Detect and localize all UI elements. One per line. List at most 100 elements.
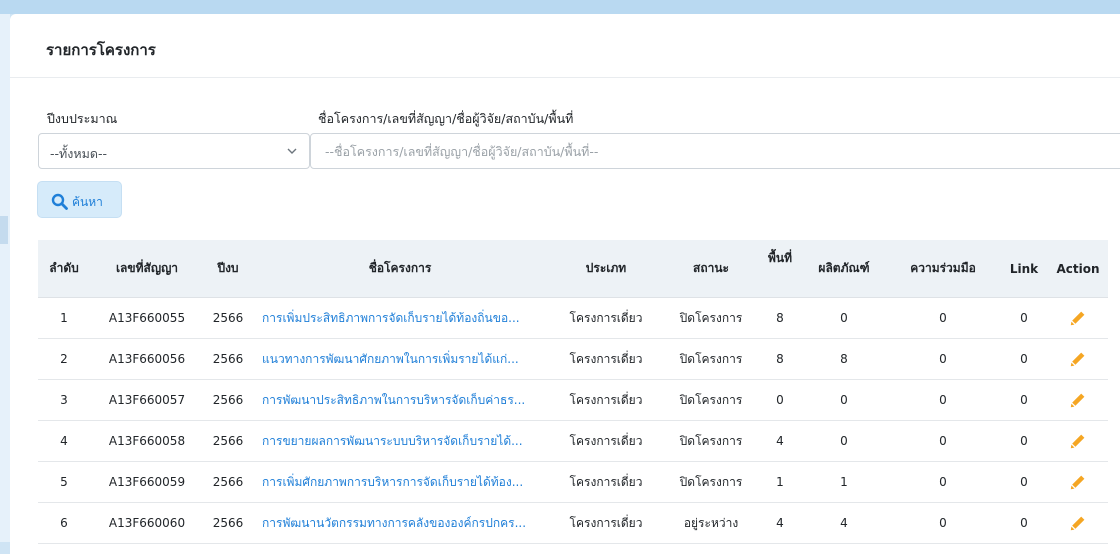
pencil-icon[interactable] (1070, 433, 1086, 449)
cell-action (1048, 379, 1108, 421)
cell-link: 0 (1000, 338, 1048, 380)
year-select[interactable]: --ทั้งหมด-- (38, 133, 310, 169)
window-top-bar (0, 0, 1120, 14)
pencil-icon[interactable] (1070, 392, 1086, 408)
cell-collaboration: 0 (886, 502, 1000, 544)
col-header-index[interactable]: ลำดับ (38, 240, 90, 298)
cell-contract: A13F660059 (90, 461, 204, 503)
cell-action (1048, 502, 1108, 544)
cell-contract: A13F660058 (90, 420, 204, 462)
pencil-icon[interactable] (1070, 351, 1086, 367)
project-name-link[interactable]: การเพิ่มศักยภาพการบริหารการจัดเก็บรายได้… (252, 461, 548, 503)
cell-contract: A13F660055 (90, 297, 204, 339)
table-row: 3 A13F660057 2566 การพัฒนาประสิทธิภาพในการบ… (38, 379, 1108, 421)
cell-link: 0 (1000, 297, 1048, 339)
table-body: 1 A13F660055 2566 การเพิ่มประสิทธิภาพการจัด… (38, 297, 1108, 544)
col-header-action: Action (1048, 240, 1108, 298)
cell-area: 8 (758, 297, 802, 339)
cell-area: 0 (758, 379, 802, 421)
card-header: รายการโครงการ (10, 14, 1120, 78)
col-header-product[interactable]: ผลิตภัณฑ์ (802, 240, 886, 298)
table-row: 1 A13F660055 2566 การเพิ่มประสิทธิภาพการจัด… (38, 297, 1108, 339)
cell-collaboration: 0 (886, 297, 1000, 339)
cell-product: 0 (802, 420, 886, 462)
col-header-collaboration[interactable]: ความร่วมมือ (886, 240, 1000, 298)
cell-area: 1 (758, 461, 802, 503)
cell-area: 8 (758, 338, 802, 380)
cell-year: 2566 (204, 297, 252, 339)
cell-collaboration: 0 (886, 420, 1000, 462)
project-table: ลำดับ เลขที่สัญญา ปีงบ ชื่อโครงการ ประเภ… (38, 240, 1108, 544)
cell-index: 6 (38, 502, 90, 544)
cell-type: โครงการเดี่ยว (548, 502, 664, 544)
col-header-name[interactable]: ชื่อโครงการ (252, 240, 548, 298)
cell-status: ปิดโครงการ (664, 338, 758, 380)
cell-index: 2 (38, 338, 90, 380)
col-header-link[interactable]: Link (1000, 240, 1048, 298)
cell-product: 1 (802, 461, 886, 503)
col-header-status[interactable]: สถานะ (664, 240, 758, 298)
project-name-link[interactable]: การพัฒนานวัตกรรมทางการคลังขององค์กรปกคร.… (252, 502, 548, 544)
cell-type: โครงการเดี่ยว (548, 297, 664, 339)
query-filter-label: ชื่อโครงการ/เลขที่สัญญา/ชื่อผู้วิจัย/สถา… (318, 111, 574, 126)
cell-product: 0 (802, 379, 886, 421)
cell-contract: A13F660057 (90, 379, 204, 421)
cell-action (1048, 297, 1108, 339)
cell-link: 0 (1000, 502, 1048, 544)
cell-year: 2566 (204, 461, 252, 503)
cell-link: 0 (1000, 461, 1048, 503)
cell-contract: A13F660056 (90, 338, 204, 380)
cell-status: อยู่ระหว่าง (664, 502, 758, 544)
pencil-icon[interactable] (1070, 474, 1086, 490)
search-input[interactable] (310, 133, 1120, 169)
cell-product: 0 (802, 297, 886, 339)
cell-index: 5 (38, 461, 90, 503)
pencil-icon[interactable] (1070, 515, 1086, 531)
cell-status: ปิดโครงการ (664, 297, 758, 339)
col-header-area[interactable]: พื้นที่ (758, 240, 802, 298)
cell-year: 2566 (204, 338, 252, 380)
col-header-contract[interactable]: เลขที่สัญญา (90, 240, 204, 298)
cell-index: 1 (38, 297, 90, 339)
page-title: รายการโครงการ (46, 41, 156, 59)
cell-type: โครงการเดี่ยว (548, 461, 664, 503)
cell-year: 2566 (204, 502, 252, 544)
year-select-value: --ทั้งหมด-- (50, 146, 107, 161)
search-button-label: ค้นหา (72, 195, 103, 209)
left-edge-strip (0, 14, 10, 542)
col-header-type[interactable]: ประเภท (548, 240, 664, 298)
cell-collaboration: 0 (886, 379, 1000, 421)
table-row: 5 A13F660059 2566 การเพิ่มศักยภาพการบริหารก… (38, 461, 1108, 503)
cell-index: 3 (38, 379, 90, 421)
col-header-year[interactable]: ปีงบ (204, 240, 252, 298)
year-filter-label: ปีงบประมาณ (47, 111, 118, 126)
cell-action (1048, 461, 1108, 503)
cell-index: 4 (38, 420, 90, 462)
left-edge-marker (0, 216, 8, 244)
chevron-down-icon (287, 148, 297, 154)
cell-type: โครงการเดี่ยว (548, 338, 664, 380)
cell-action (1048, 338, 1108, 380)
cell-collaboration: 0 (886, 461, 1000, 503)
project-name-link[interactable]: การขยายผลการพัฒนาระบบบริหารจัดเก็บรายได้… (252, 420, 548, 462)
cell-action (1048, 420, 1108, 462)
cell-year: 2566 (204, 420, 252, 462)
project-name-link[interactable]: การพัฒนาประสิทธิภาพในการบริหารจัดเก็บค่า… (252, 379, 548, 421)
cell-status: ปิดโครงการ (664, 461, 758, 503)
cell-link: 0 (1000, 379, 1048, 421)
table-row: 6 A13F660060 2566 การพัฒนานวัตกรรมทางการคลั… (38, 502, 1108, 544)
cell-type: โครงการเดี่ยว (548, 420, 664, 462)
project-name-link[interactable]: การเพิ่มประสิทธิภาพการจัดเก็บรายได้ท้องถ… (252, 297, 548, 339)
cell-product: 4 (802, 502, 886, 544)
cell-collaboration: 0 (886, 338, 1000, 380)
search-icon (51, 193, 68, 210)
cell-product: 8 (802, 338, 886, 380)
cell-link: 0 (1000, 420, 1048, 462)
project-name-link[interactable]: แนวทางการพัฒนาศักยภาพในการเพิ่มรายได้แก่… (252, 338, 548, 380)
cell-status: ปิดโครงการ (664, 379, 758, 421)
search-button[interactable]: ค้นหา (37, 181, 122, 218)
cell-contract: A13F660060 (90, 502, 204, 544)
pencil-icon[interactable] (1070, 310, 1086, 326)
table-row: 4 A13F660058 2566 การขยายผลการพัฒนาระบบบริห… (38, 420, 1108, 462)
cell-year: 2566 (204, 379, 252, 421)
